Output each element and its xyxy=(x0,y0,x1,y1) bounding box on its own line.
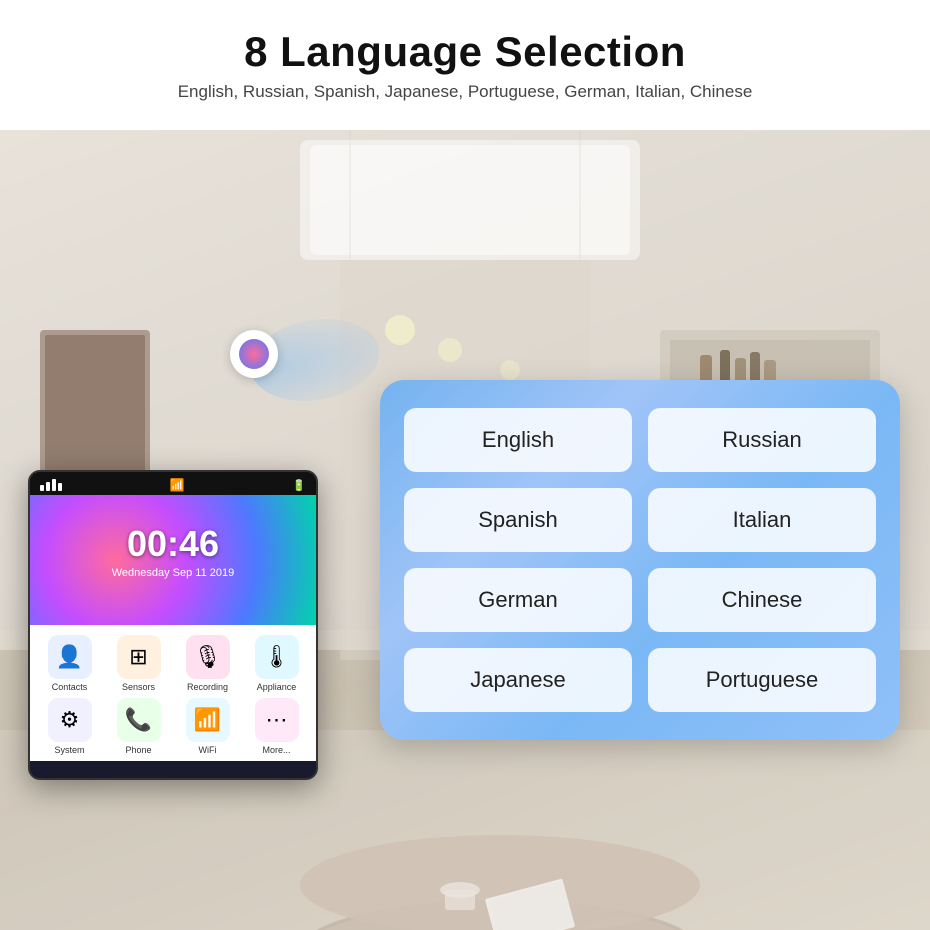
wall-device-screen xyxy=(239,339,269,369)
room-background: 📶 🔋 00:46 Wednesday Sep 11 2019 👤 Contact… xyxy=(0,130,930,930)
app-item-system[interactable]: ⚙ System xyxy=(38,698,101,755)
signal-bar-3 xyxy=(52,479,56,491)
app-item-contacts[interactable]: 👤 Contacts xyxy=(38,635,101,692)
page-wrapper: 8 Language Selection English, Russian, S… xyxy=(0,0,930,930)
lang-btn-spanish[interactable]: Spanish xyxy=(404,488,632,552)
phone-hero: 00:46 Wednesday Sep 11 2019 xyxy=(30,495,316,625)
signal-bar-1 xyxy=(40,485,44,491)
signal-bar-2 xyxy=(46,482,50,491)
app-label-wifi: WiFi xyxy=(199,745,217,755)
lang-btn-japanese[interactable]: Japanese xyxy=(404,648,632,712)
app-label-sensors: Sensors xyxy=(122,682,155,692)
app-icon-phone: 📞 xyxy=(117,698,161,742)
app-icon-wifi: 📶 xyxy=(186,698,230,742)
phone-time-overlay: 00:46 Wednesday Sep 11 2019 xyxy=(30,523,316,579)
phone-device: 📶 🔋 00:46 Wednesday Sep 11 2019 👤 Contact… xyxy=(28,470,318,780)
header: 8 Language Selection English, Russian, S… xyxy=(0,0,930,112)
phone-date: Wednesday Sep 11 2019 xyxy=(30,567,316,579)
app-label-contacts: Contacts xyxy=(52,682,88,692)
signal-bar-4 xyxy=(58,483,62,491)
lang-btn-chinese[interactable]: Chinese xyxy=(648,568,876,632)
phone-clock: 00:46 xyxy=(30,523,316,565)
app-icon-system: ⚙ xyxy=(48,698,92,742)
app-label-system: System xyxy=(54,745,84,755)
lang-btn-italian[interactable]: Italian xyxy=(648,488,876,552)
app-icon-contacts: 👤 xyxy=(48,635,92,679)
wifi-icon: 📶 xyxy=(170,478,185,492)
language-panel: EnglishRussianSpanishItalianGermanChines… xyxy=(380,380,900,740)
app-item-more...[interactable]: ⋯ More... xyxy=(245,698,308,755)
app-icon-sensors: ⊞ xyxy=(117,635,161,679)
app-item-wifi[interactable]: 📶 WiFi xyxy=(176,698,239,755)
app-item-recording[interactable]: 🎙 Recording xyxy=(176,635,239,692)
phone-status-bar: 📶 🔋 xyxy=(30,472,316,495)
phone-screen: 📶 🔋 00:46 Wednesday Sep 11 2019 👤 Contact… xyxy=(28,470,318,780)
app-label-phone: Phone xyxy=(125,745,151,755)
app-item-sensors[interactable]: ⊞ Sensors xyxy=(107,635,170,692)
wall-device xyxy=(230,330,278,378)
app-icon-appliance: 🌡 xyxy=(255,635,299,679)
phone-apps-grid: 👤 Contacts ⊞ Sensors 🎙 Recording 🌡 Appliance ⚙ Sy… xyxy=(30,625,316,761)
app-label-appliance: Appliance xyxy=(257,682,297,692)
app-item-appliance[interactable]: 🌡 Appliance xyxy=(245,635,308,692)
signal-bars xyxy=(40,479,62,491)
battery-icon: 🔋 xyxy=(292,479,306,492)
app-icon-more...: ⋯ xyxy=(255,698,299,742)
lang-btn-portuguese[interactable]: Portuguese xyxy=(648,648,876,712)
lang-btn-russian[interactable]: Russian xyxy=(648,408,876,472)
page-title: 8 Language Selection xyxy=(20,28,910,76)
app-label-recording: Recording xyxy=(187,682,228,692)
lang-btn-german[interactable]: German xyxy=(404,568,632,632)
page-subtitle: English, Russian, Spanish, Japanese, Por… xyxy=(20,82,910,102)
app-item-phone[interactable]: 📞 Phone xyxy=(107,698,170,755)
app-label-more...: More... xyxy=(262,745,290,755)
lang-btn-english[interactable]: English xyxy=(404,408,632,472)
app-icon-recording: 🎙 xyxy=(186,635,230,679)
